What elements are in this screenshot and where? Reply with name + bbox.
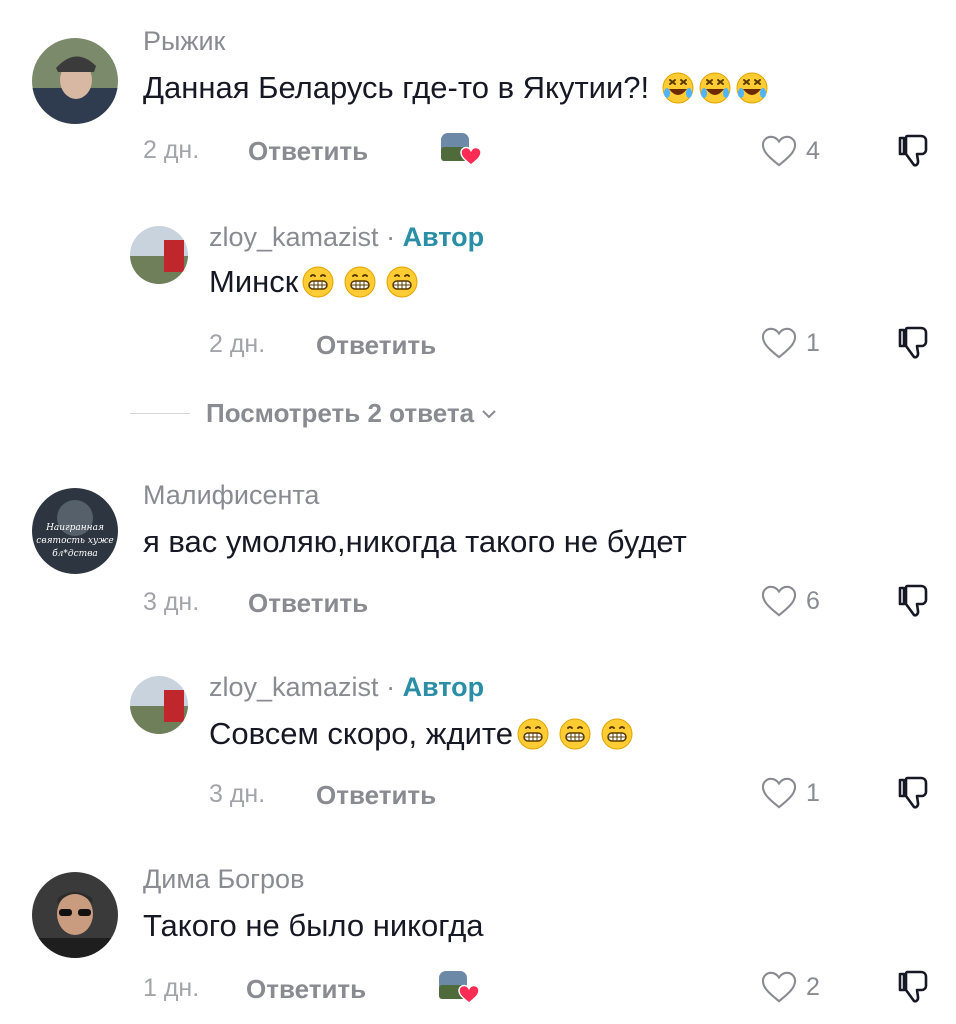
rolling-on-floor-laughing-icon	[735, 71, 769, 105]
thumbs-down-icon[interactable]	[893, 772, 933, 812]
grinning-face-icon	[343, 265, 377, 299]
author-badge: Автор	[402, 672, 485, 702]
comment-timestamp: 2 дн.	[209, 330, 266, 358]
avatar-caption: святость хуже	[36, 536, 113, 546]
comment-text: Минск	[209, 264, 419, 300]
rolling-on-floor-laughing-icon	[698, 71, 732, 105]
author-separator: ·	[378, 222, 403, 252]
comment-username[interactable]: zloy_kamazist · Автор	[209, 672, 484, 703]
comment-username[interactable]: Малифисента	[143, 480, 319, 511]
like-count: 2	[806, 972, 820, 1001]
avatar[interactable]	[32, 872, 118, 958]
like-count: 1	[806, 778, 820, 807]
thumbs-down-icon[interactable]	[893, 966, 933, 1006]
grinning-face-icon	[600, 717, 634, 751]
comment-text: Данная Беларусь где-то в Якутии?!	[143, 70, 769, 106]
like-button[interactable]: 1	[760, 776, 820, 810]
avatar-caption: бл*дства	[52, 548, 98, 559]
reply-button[interactable]: Ответить	[316, 330, 436, 361]
avatar[interactable]	[32, 38, 118, 124]
view-replies-label: Посмотреть 2 ответа	[206, 398, 475, 428]
thumbs-down-icon[interactable]	[893, 580, 933, 620]
like-count: 6	[806, 586, 820, 615]
username-text: zloy_kamazist	[209, 672, 379, 702]
reply-button[interactable]: Ответить	[248, 136, 368, 167]
reply-button[interactable]: Ответить	[316, 780, 436, 811]
creator-liked-heart-icon	[440, 130, 482, 166]
comment-text-content: Такого не было никогда	[143, 908, 484, 943]
like-count: 1	[806, 328, 820, 357]
like-button[interactable]: 6	[760, 584, 820, 618]
grinning-face-icon	[516, 717, 550, 751]
reply-button[interactable]: Ответить	[246, 974, 366, 1005]
like-button[interactable]: 4	[760, 134, 820, 168]
avatar[interactable]: Наигранная святость хуже бл*дства	[32, 488, 118, 574]
like-button[interactable]: 1	[760, 326, 820, 360]
author-badge: Автор	[402, 222, 485, 252]
heart-outline-icon	[760, 776, 798, 810]
avatar[interactable]	[130, 226, 188, 284]
comment-text-content: Данная Беларусь где-то в Якутии?!	[143, 70, 650, 105]
comment-timestamp: 1 дн.	[143, 974, 200, 1002]
creator-liked-heart-icon	[438, 968, 480, 1004]
author-separator: ·	[378, 672, 403, 702]
comment-text-content: Минск	[209, 264, 299, 299]
comment-text: я вас умоляю,никогда такого не будет	[143, 524, 687, 560]
avatar[interactable]	[130, 676, 188, 734]
comment-timestamp: 3 дн.	[143, 588, 200, 616]
comment-username[interactable]: Рыжик	[143, 26, 225, 57]
comment-text-content: Совсем скоро, ждите	[209, 716, 514, 751]
thumbs-down-icon[interactable]	[893, 322, 933, 362]
comment-username[interactable]: Дима Богров	[143, 864, 304, 895]
comment-timestamp: 3 дн.	[209, 780, 266, 808]
like-button[interactable]: 2	[760, 970, 820, 1004]
heart-outline-icon	[760, 970, 798, 1004]
username-text: zloy_kamazist	[209, 222, 379, 252]
grinning-face-icon	[301, 265, 335, 299]
heart-outline-icon	[760, 326, 798, 360]
comment-text: Совсем скоро, ждите	[209, 716, 634, 752]
chevron-down-icon	[482, 409, 496, 418]
avatar-caption: Наигранная	[45, 523, 104, 533]
comment-text: Такого не было никогда	[143, 908, 484, 944]
comment-text-content: я вас умоляю,никогда такого не будет	[143, 524, 687, 559]
rolling-on-floor-laughing-icon	[661, 71, 695, 105]
grinning-face-icon	[385, 265, 419, 299]
view-replies-button[interactable]: Посмотреть 2 ответа	[130, 398, 498, 429]
thumbs-down-icon[interactable]	[893, 130, 933, 170]
like-count: 4	[806, 136, 820, 165]
reply-button[interactable]: Ответить	[248, 588, 368, 619]
heart-outline-icon	[760, 134, 798, 168]
grinning-face-icon	[558, 717, 592, 751]
divider	[130, 413, 190, 414]
comment-username[interactable]: zloy_kamazist · Автор	[209, 222, 484, 253]
heart-outline-icon	[760, 584, 798, 618]
comment-timestamp: 2 дн.	[143, 136, 200, 164]
